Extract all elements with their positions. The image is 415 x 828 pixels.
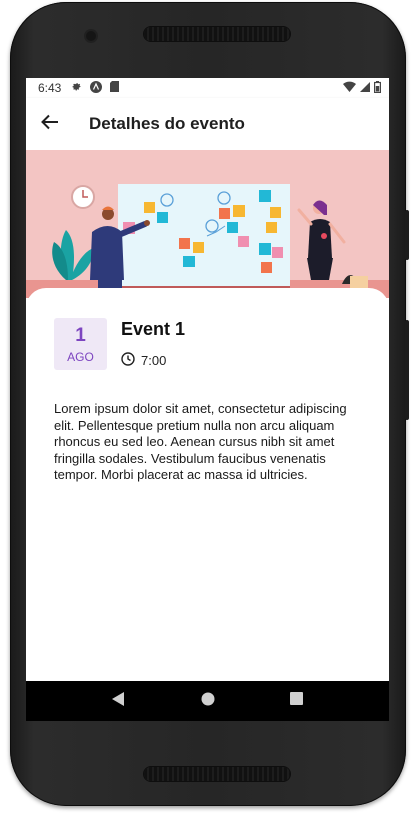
status-time: 6:43 — [38, 81, 62, 95]
front-camera — [86, 31, 96, 41]
top-speaker — [144, 27, 290, 41]
android-icon — [90, 80, 103, 96]
event-hero-image — [26, 150, 389, 298]
nav-back-button[interactable] — [104, 686, 134, 716]
gear-icon — [71, 81, 82, 95]
back-triangle-icon — [112, 691, 125, 711]
event-description: Lorem ipsum dolor sit amet, consectetur … — [54, 401, 347, 482]
power-button — [405, 320, 409, 420]
back-button[interactable] — [26, 100, 74, 148]
cell-signal-icon — [360, 81, 370, 95]
volume-button — [405, 210, 409, 260]
event-date-badge: 1 AGO — [54, 318, 107, 370]
system-nav-bar — [26, 681, 389, 721]
home-circle-icon — [201, 692, 215, 711]
screen: 6:43 Detalhes do evento 1 AGO Event 1 7:… — [26, 78, 389, 721]
sd-card-icon — [110, 81, 120, 95]
event-title: Event 1 — [121, 319, 186, 339]
event-month: AGO — [67, 350, 94, 364]
event-details-card: 1 AGO Event 1 7:00 Lorem ipsum dolor sit… — [26, 288, 389, 681]
clock-icon — [121, 352, 135, 369]
app-bar: Detalhes do evento — [26, 98, 389, 150]
recents-square-icon — [290, 692, 303, 710]
bottom-speaker — [144, 767, 290, 781]
wifi-icon — [343, 81, 356, 95]
battery-icon — [374, 80, 382, 96]
event-time: 7:00 — [141, 353, 167, 368]
nav-recents-button[interactable] — [282, 686, 312, 716]
page-title: Detalhes do evento — [89, 114, 245, 133]
status-bar: 6:43 — [26, 78, 389, 98]
event-time-row: 7:00 — [121, 352, 166, 369]
event-day: 1 — [75, 325, 86, 346]
arrow-left-icon — [41, 114, 59, 135]
nav-home-button[interactable] — [193, 686, 223, 716]
